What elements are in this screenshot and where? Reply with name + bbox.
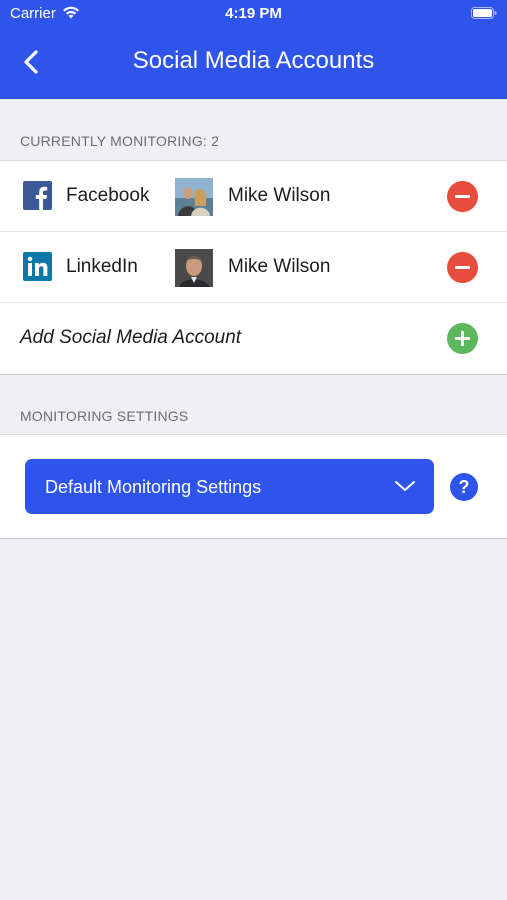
list-item-facebook: Facebook Mike Wilson [0, 161, 507, 232]
linkedin-icon [23, 252, 52, 281]
platform-name: LinkedIn [66, 256, 138, 277]
monitoring-settings-dropdown[interactable]: Default Monitoring Settings [25, 459, 434, 514]
facebook-icon [23, 181, 52, 210]
account-user-name: Mike Wilson [228, 185, 331, 206]
remove-linkedin-button[interactable] [447, 252, 478, 283]
monitoring-section-header: CURRENTLY MONITORING: 2 [20, 133, 220, 149]
settings-section-header: MONITORING SETTINGS [20, 408, 189, 424]
chevron-down-icon [395, 481, 415, 491]
list-item-linkedin: LinkedIn Mike Wilson [0, 232, 507, 303]
dropdown-selected-value: Default Monitoring Settings [45, 477, 262, 497]
status-bar: Carrier 4:19 PM [0, 0, 507, 28]
remove-facebook-button[interactable] [447, 181, 478, 212]
avatar [175, 249, 213, 287]
add-account-button[interactable] [447, 323, 478, 354]
minus-icon [455, 266, 470, 269]
page-title: Social Media Accounts [132, 47, 375, 74]
battery-icon [471, 7, 497, 19]
minus-icon [455, 195, 470, 198]
plus-icon [455, 331, 470, 346]
avatar [175, 178, 213, 216]
add-account-row[interactable]: Add Social Media Account [0, 303, 507, 374]
monitored-accounts-list: Facebook Mike Wilson LinkedIn Mike Wilso… [0, 160, 507, 375]
clock: 4:19 PM [225, 5, 282, 22]
platform-name: Facebook [66, 185, 150, 206]
monitoring-settings-panel: Default Monitoring Settings ? [0, 434, 507, 539]
question-mark-icon: ? [458, 477, 470, 497]
help-button[interactable]: ? [450, 473, 478, 501]
app-header: Carrier 4:19 PM Social Media Accounts [0, 0, 507, 99]
add-account-label: Add Social Media Account [20, 327, 242, 348]
account-user-name: Mike Wilson [228, 256, 331, 277]
